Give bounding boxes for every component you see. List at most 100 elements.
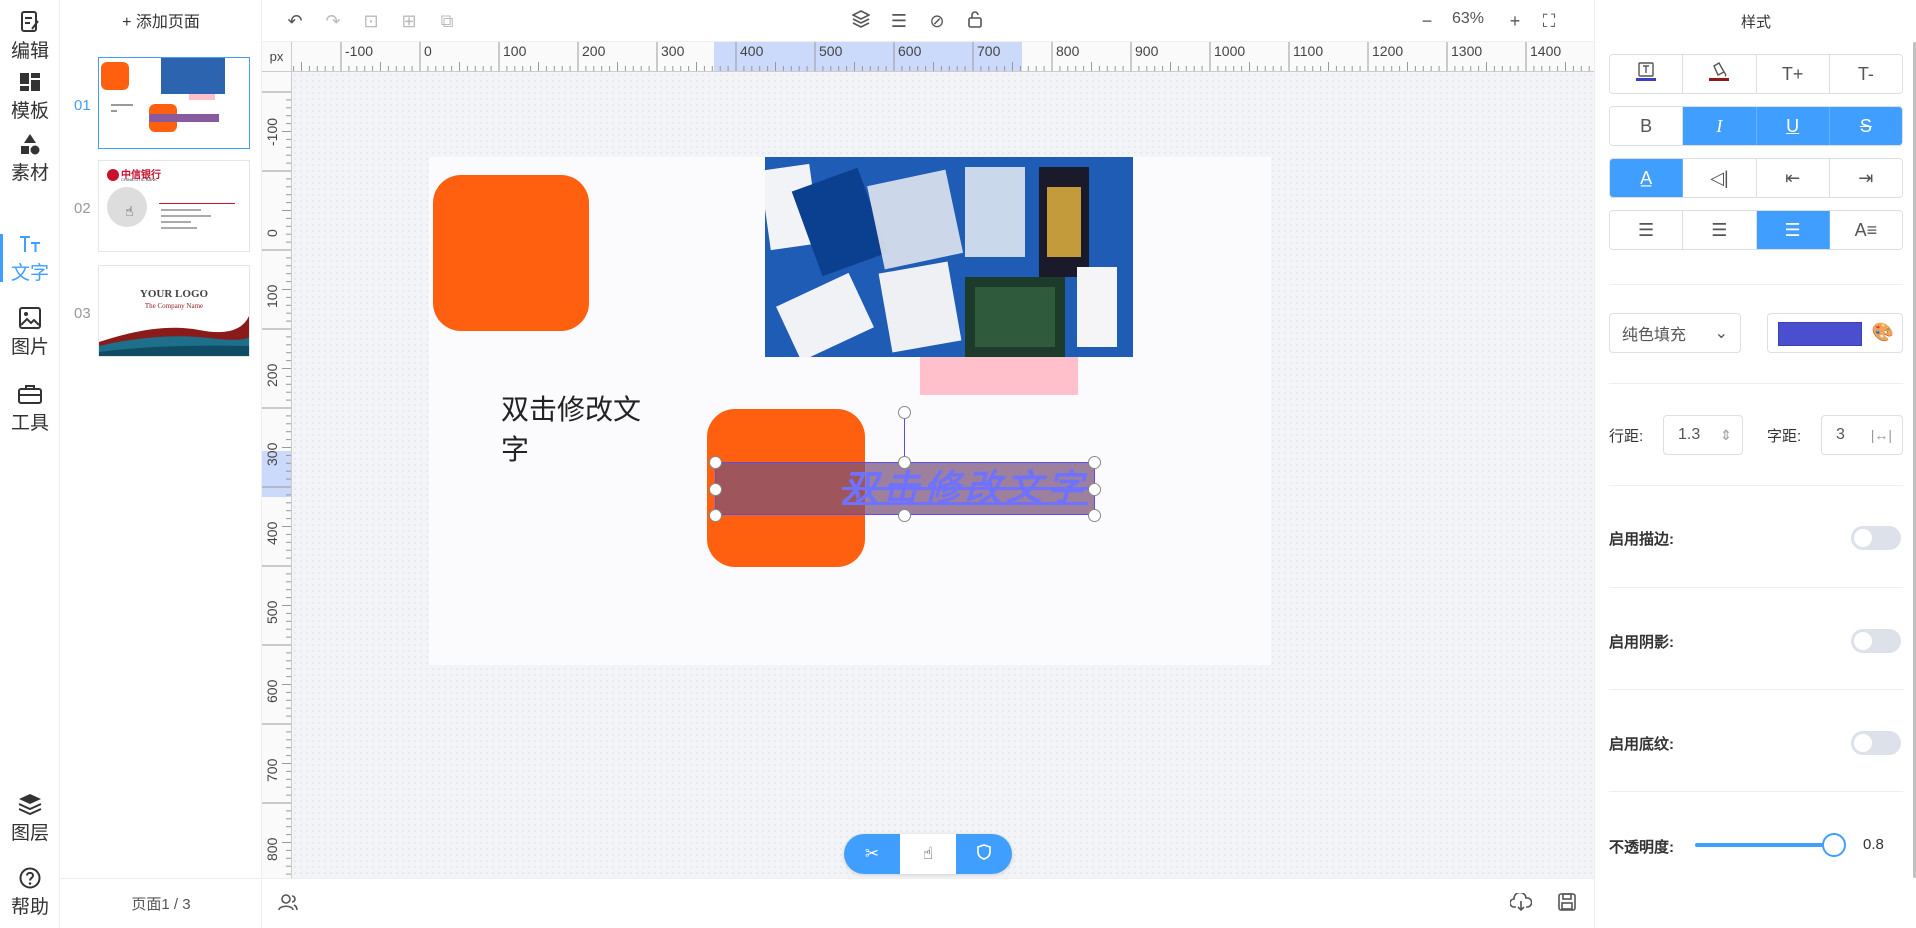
canvas-workspace[interactable]: 200-100010020030040050060070080090010001… — [262, 42, 1594, 878]
italic-button[interactable]: I — [1683, 107, 1757, 145]
resize-handle-tl[interactable] — [709, 456, 722, 469]
pink-rectangle[interactable] — [920, 357, 1078, 395]
page-thumbnail[interactable] — [98, 57, 250, 149]
pattern-toggle[interactable] — [1851, 731, 1901, 755]
redo-button[interactable]: ↷ — [320, 8, 346, 34]
font-size-up-button[interactable]: T+ — [1756, 55, 1830, 93]
ruler-label: 700 — [264, 758, 280, 782]
nav-item-material[interactable]: 素材 — [0, 128, 60, 188]
text-direction-button[interactable]: ◁| — [1683, 159, 1757, 197]
font-color-button[interactable] — [1610, 55, 1684, 93]
indent-button[interactable]: ⇥ — [1829, 159, 1902, 197]
protect-button[interactable] — [956, 834, 1012, 874]
cut-button[interactable]: ✂ — [844, 834, 900, 874]
horizontal-ruler[interactable]: 200-100010020030040050060070080090010001… — [292, 42, 1594, 72]
product-photo[interactable] — [765, 157, 1133, 357]
resize-handle-b[interactable] — [898, 509, 911, 522]
opacity-slider-thumb[interactable] — [1822, 833, 1846, 857]
fill-color-swatch — [1778, 322, 1862, 346]
help-icon — [17, 866, 43, 890]
align-left-button[interactable]: ☰ — [1610, 211, 1684, 249]
resize-handle-bl[interactable] — [709, 509, 722, 522]
page-thumbnail[interactable]: YOUR LOGO The Company Name — [98, 265, 250, 357]
undo-button[interactable]: ↶ — [282, 8, 308, 34]
align-left-icon: ☰ — [1638, 219, 1655, 240]
selected-text-element[interactable]: 双击修改文字 — [715, 462, 1095, 515]
justify-button[interactable]: A≡ — [1829, 211, 1902, 249]
opacity-label: 不透明度: — [1609, 839, 1674, 856]
outdent-button[interactable]: ⇤ — [1756, 159, 1830, 197]
design-canvas[interactable]: 双击修改文字 双击修改文字 — [429, 157, 1271, 665]
zoom-in-button[interactable]: + — [1502, 8, 1528, 34]
thumb-divider — [159, 203, 235, 204]
ruler-label: 100 — [264, 284, 280, 308]
flip-button[interactable]: ⊘ — [924, 8, 950, 34]
floating-tools: ✂ ☝ — [844, 834, 1012, 874]
page-item-1[interactable]: 01 — [60, 57, 262, 149]
collaborators-button[interactable] — [278, 893, 298, 916]
fill-mode-value: 纯色填充 — [1622, 327, 1687, 344]
nav-item-edit[interactable]: 编辑 — [0, 6, 60, 66]
fill-mode-select[interactable]: 纯色填充 ⌄ — [1609, 313, 1741, 353]
vertical-ruler[interactable]: -100 0 100 200 300 400 500 600 700 800 — [262, 72, 292, 878]
indent-icon: ⇥ — [1858, 167, 1874, 188]
line-height-label: 行距: — [1609, 428, 1644, 445]
horizontal-text-button[interactable]: A̲ — [1610, 159, 1684, 197]
nav-item-text[interactable]: 文字 — [0, 228, 60, 288]
background-color-button[interactable] — [1683, 55, 1757, 93]
strikethrough-button[interactable]: S — [1829, 107, 1902, 145]
redo-icon: ↷ — [325, 10, 341, 31]
nav-item-template[interactable]: 模板 — [0, 66, 60, 126]
zoom-out-button[interactable]: − — [1414, 8, 1440, 34]
download-button[interactable] — [1509, 891, 1533, 914]
align-center-button[interactable]: ☰ — [1683, 211, 1757, 249]
layer-order-button[interactable] — [848, 8, 874, 34]
stroke-toggle[interactable] — [1851, 526, 1901, 550]
opacity-slider-track[interactable] — [1695, 843, 1831, 847]
ruler-label: 0 — [424, 43, 432, 59]
ungroup-button[interactable]: ⊞ — [396, 8, 422, 34]
align-right-button[interactable]: ☰ — [1756, 211, 1830, 249]
group-icon: ⊡ — [363, 10, 379, 31]
page-item-2[interactable]: 02 中信银行 CHINA CITIC BANK ☝ — [60, 160, 262, 252]
duplicate-button[interactable]: ⧉ — [434, 8, 460, 34]
resize-handle-tr[interactable] — [1088, 456, 1101, 469]
nav-item-layers[interactable]: 图层 — [0, 788, 60, 848]
cloud-download-icon — [1509, 891, 1533, 914]
resize-handle-r[interactable] — [1088, 483, 1101, 496]
group-button[interactable]: ⊡ — [358, 8, 384, 34]
shadow-toggle[interactable] — [1851, 629, 1901, 653]
letter-spacing-input[interactable]: 3 |↔| — [1821, 415, 1903, 455]
bold-button[interactable]: B — [1610, 107, 1684, 145]
bank-logo-icon — [107, 169, 119, 181]
nav-item-tools[interactable]: 工具 — [0, 378, 60, 438]
add-page-button[interactable]: + 添加页面 — [60, 0, 262, 40]
ruler-label: 300 — [661, 43, 685, 59]
lock-button[interactable] — [962, 8, 988, 34]
nav-item-image[interactable]: 图片 — [0, 302, 60, 362]
page-thumbnail[interactable]: 中信银行 CHINA CITIC BANK ☝ — [98, 160, 250, 252]
page-item-3[interactable]: 03 YOUR LOGO The Company Name — [60, 265, 262, 357]
orange-shape[interactable] — [433, 175, 589, 331]
ungroup-icon: ⊞ — [401, 10, 417, 31]
resize-handle-t[interactable] — [898, 456, 911, 469]
resize-handle-l[interactable] — [709, 483, 722, 496]
text-box[interactable]: 双击修改文字 — [501, 390, 651, 470]
divider — [1609, 791, 1903, 792]
align-button[interactable]: ☰ — [886, 8, 912, 34]
pan-button[interactable]: ☝ — [900, 834, 956, 874]
resize-handle-br[interactable] — [1088, 509, 1101, 522]
underline-button[interactable]: U — [1756, 107, 1830, 145]
left-nav: 编辑 模板 素材 文字 图片 工具 图层 帮助 — [0, 0, 82, 928]
save-button[interactable] — [1558, 893, 1576, 914]
align-right-icon: ☰ — [1784, 219, 1801, 240]
fill-color-picker[interactable]: 🎨 — [1767, 313, 1903, 353]
line-height-input[interactable]: 1.3 ⇕ — [1663, 415, 1743, 455]
fullscreen-button[interactable]: ⛶ — [1536, 8, 1562, 34]
shapes-icon — [17, 132, 43, 156]
nav-item-help[interactable]: 帮助 — [0, 862, 60, 922]
rotate-handle[interactable] — [898, 406, 911, 419]
thumb-text — [161, 227, 197, 229]
divider — [1609, 383, 1903, 384]
font-size-down-button[interactable]: T- — [1829, 55, 1902, 93]
